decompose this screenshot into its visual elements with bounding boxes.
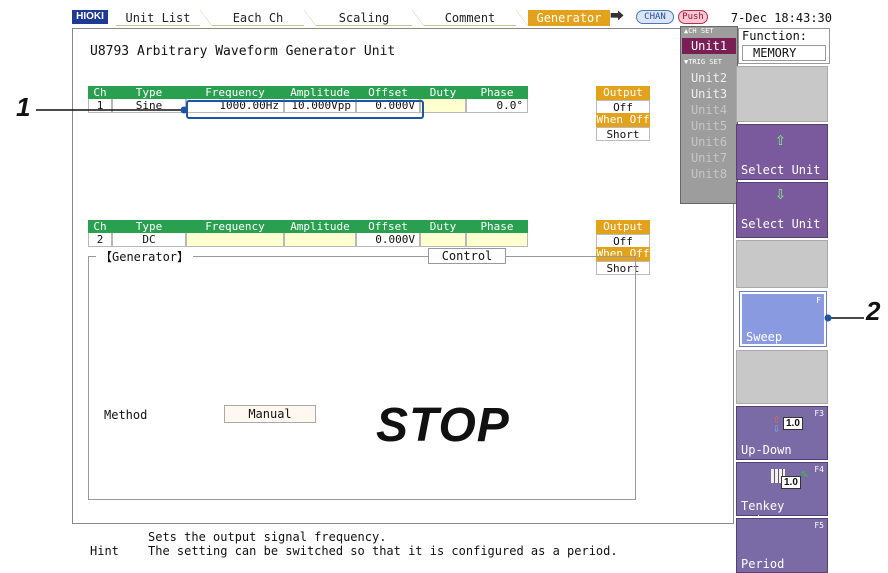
callout-2-dot	[824, 314, 832, 322]
callout-1-dot	[180, 106, 188, 114]
callout-lines	[36, 106, 864, 322]
